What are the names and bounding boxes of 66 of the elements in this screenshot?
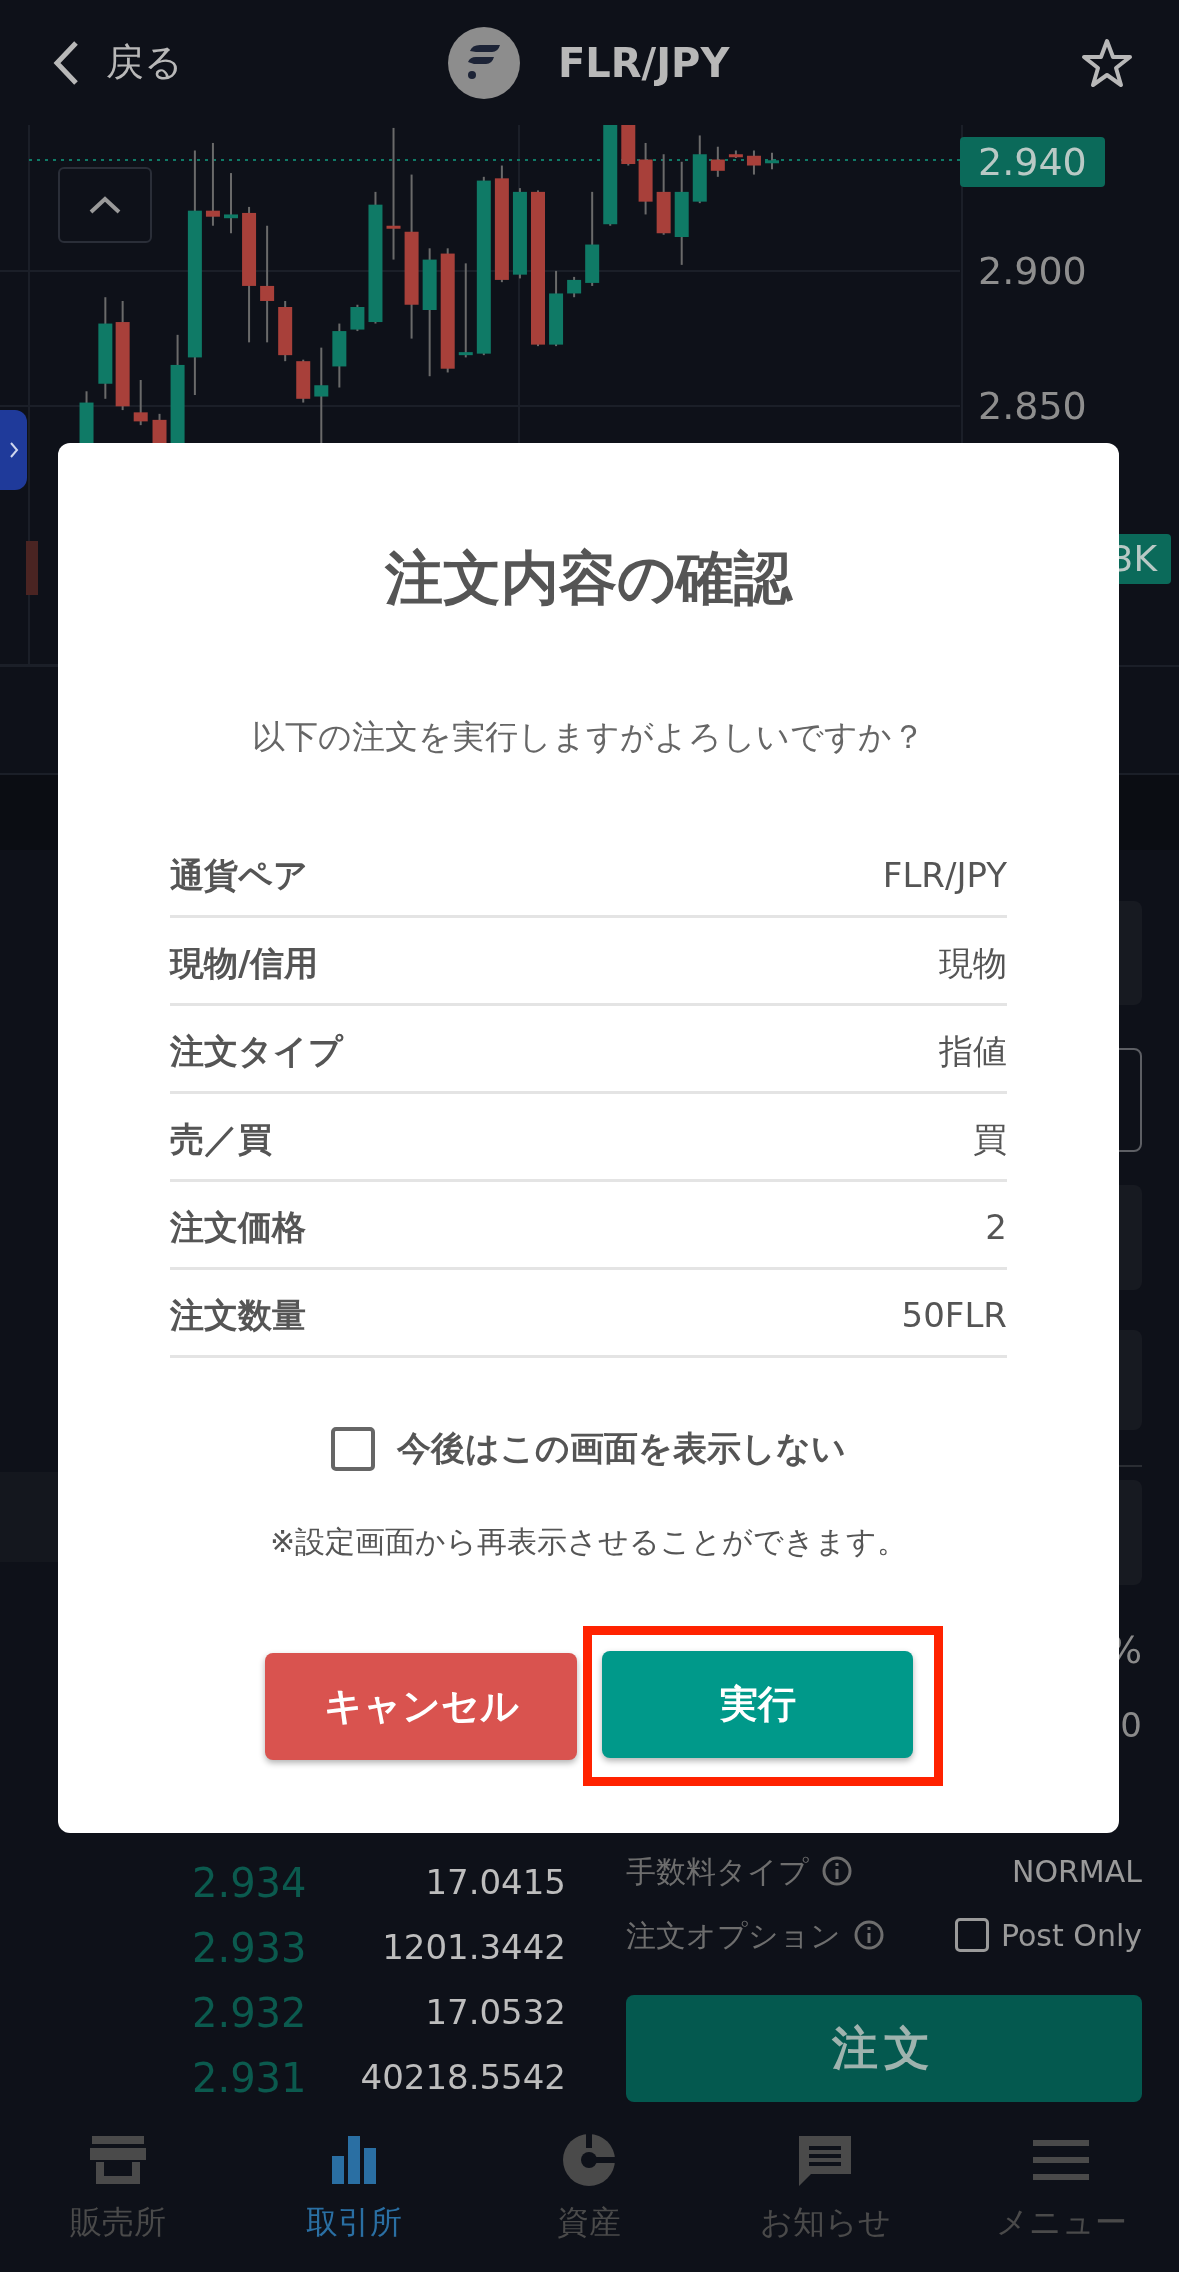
nav-tab[interactable]: 取引所: [235, 2132, 472, 2268]
order-price: 2.933: [192, 1923, 307, 1973]
candle: [692, 134, 707, 205]
nav-tab[interactable]: 資産: [471, 2132, 708, 2268]
nav-tab[interactable]: 販売所: [0, 2132, 236, 2268]
current-price-badge: 2.940: [960, 137, 1105, 187]
detail-value: FLR/JPY: [882, 854, 1007, 897]
candle: [710, 145, 725, 178]
detail-label: 通貨ペア: [170, 854, 308, 897]
price-axis-label: 2.850: [978, 383, 1087, 429]
back-button[interactable]: 戻る: [52, 34, 183, 91]
order-amount: 17.0415: [425, 1861, 566, 1904]
collapse-button[interactable]: [58, 167, 152, 243]
dialog-message: 以下の注文を実行しますがよろしいですか？: [252, 716, 925, 758]
candle: [278, 300, 293, 363]
order-option-label: 注文オプション: [626, 1916, 841, 1955]
fee-type-label: 手数料タイプ: [626, 1852, 809, 1891]
candle: [728, 149, 743, 159]
execute-button[interactable]: 実行: [602, 1651, 913, 1758]
order-button[interactable]: 注文: [626, 1995, 1142, 2102]
candle: [567, 275, 582, 299]
candle: [296, 358, 311, 404]
order-amount: 40218.5542: [360, 2056, 566, 2099]
candle: [621, 125, 636, 167]
candle: [350, 303, 365, 333]
chevron-up-icon: [88, 195, 122, 215]
coin-logo-icon: [448, 26, 520, 99]
order-price: 2.932: [192, 1988, 307, 2038]
detail-label: 注文数量: [170, 1294, 306, 1337]
detail-label: 注文タイプ: [170, 1030, 343, 1073]
candle: [332, 322, 347, 389]
star-icon: [1081, 37, 1133, 88]
candle: [746, 149, 761, 176]
dialog-title: 注文内容の確認: [385, 543, 792, 613]
order-price: 2.931: [192, 2053, 307, 2103]
volume-bar: [26, 541, 38, 595]
candle: [765, 151, 779, 171]
candle: [224, 172, 238, 235]
price-axis-label: 2.900: [978, 248, 1087, 294]
detail-value: 買: [973, 1118, 1007, 1161]
detail-label: 現物/信用: [170, 942, 319, 985]
nav-tab[interactable]: お知らせ: [707, 2132, 944, 2268]
chevron-right-icon: [8, 441, 19, 459]
chevron-left-icon: [52, 39, 80, 86]
dialog-note: ※設定画面から再表示させることができます。: [269, 1523, 908, 1561]
detail-value: 50FLR: [901, 1294, 1007, 1337]
favorite-button[interactable]: [1081, 37, 1133, 88]
order-amount: 17.0532: [425, 1991, 566, 2034]
detail-value: 2: [985, 1206, 1007, 1249]
detail-label: 注文価格: [170, 1206, 306, 1249]
info-icon: [821, 1855, 853, 1887]
order-amount: 1201.3442: [382, 1926, 566, 1969]
candle: [133, 379, 148, 427]
fee-type-value: NORMAL: [1011, 1852, 1142, 1891]
detail-label: 売／買: [170, 1118, 272, 1161]
cancel-button[interactable]: キャンセル: [265, 1652, 577, 1760]
dont-show-checkbox[interactable]: 今後はこの画面を表示しない: [331, 1423, 846, 1474]
detail-value: 現物: [939, 942, 1007, 985]
post-only-checkbox[interactable]: Post Only: [954, 1912, 1142, 1958]
pair-title: FLR/JPY: [558, 38, 730, 88]
order-price: 2.934: [192, 1858, 307, 1908]
amount-reading: 0: [1120, 1704, 1142, 1747]
info-icon: [853, 1919, 885, 1951]
nav-tab[interactable]: メニュー: [943, 2132, 1179, 2268]
detail-value: 指値: [939, 1030, 1007, 1073]
side-panel-tab[interactable]: [0, 410, 27, 490]
